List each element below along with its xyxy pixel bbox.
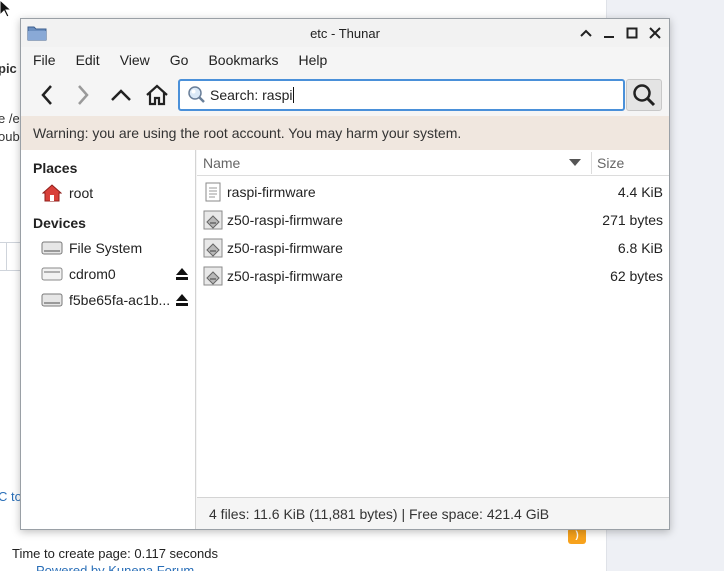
menu-help[interactable]: Help (289, 47, 338, 74)
file-row[interactable]: z50-raspi-firmware 6.8 KiB (197, 234, 669, 262)
column-size-header[interactable]: Size (597, 155, 624, 171)
column-header: Name Size (197, 150, 669, 176)
maximize-icon (626, 27, 638, 39)
sort-descending-icon[interactable] (569, 159, 581, 167)
menu-bar: File Edit View Go Bookmarks Help (21, 47, 669, 74)
back-button[interactable] (33, 81, 61, 109)
shade-button[interactable] (577, 24, 595, 42)
drive-icon (41, 290, 63, 310)
mouse-cursor-icon (0, 0, 12, 18)
menu-file[interactable]: File (21, 47, 66, 74)
file-size: 271 bytes (602, 212, 663, 228)
file-name: z50-raspi-firmware (227, 240, 343, 256)
root-warning-banner: Warning: you are using the root account.… (21, 116, 669, 150)
sidebar-item-label: f5be65fa-ac1b... (69, 292, 171, 308)
magnifier-icon (633, 84, 656, 107)
sidebar-item-filesystem[interactable]: File System (41, 236, 193, 260)
script-file-icon (203, 238, 223, 258)
minimize-icon (604, 36, 614, 38)
close-button[interactable] (646, 24, 664, 42)
file-name: raspi-firmware (227, 184, 316, 200)
window-titlebar[interactable]: etc - Thunar (21, 19, 669, 47)
file-name: z50-raspi-firmware (227, 212, 343, 228)
sidebar-item-root[interactable]: root (41, 181, 193, 205)
divider (0, 270, 20, 271)
script-file-icon (203, 266, 223, 286)
home-folder-icon (41, 183, 63, 203)
minimize-button[interactable] (600, 24, 618, 42)
file-size: 6.8 KiB (617, 240, 663, 256)
sidebar-item-label: root (69, 185, 94, 201)
window-title: etc - Thunar (310, 25, 380, 41)
arrow-left-icon (41, 85, 52, 105)
optical-drive-icon (41, 264, 63, 284)
arrow-up-icon (111, 89, 131, 101)
status-bar: 4 files: 11.6 KiB (11,881 bytes) | Free … (197, 497, 669, 529)
file-row[interactable]: raspi-firmware 4.4 KiB (197, 178, 669, 206)
drive-icon (41, 238, 63, 258)
close-icon (649, 27, 661, 39)
powered-by-link[interactable]: Powered by Kunena Forum (36, 563, 194, 571)
side-pane: Places root Devices File System cdrom0 f… (21, 150, 196, 529)
home-button[interactable] (143, 81, 171, 109)
file-size: 4.4 KiB (617, 184, 663, 200)
parent-folder-button[interactable] (107, 81, 135, 109)
menu-bookmarks[interactable]: Bookmarks (198, 47, 288, 74)
bg-text-fragment: pic (0, 61, 17, 76)
column-divider[interactable] (591, 152, 592, 174)
file-row[interactable]: z50-raspi-firmware 62 bytes (197, 262, 669, 290)
file-name: z50-raspi-firmware (227, 268, 343, 284)
menu-go[interactable]: Go (160, 47, 199, 74)
search-input[interactable]: Search: raspi (178, 79, 625, 111)
bg-text-fragment: oub (0, 129, 20, 144)
text-file-icon (205, 182, 221, 202)
sidebar-item-label: cdrom0 (69, 266, 116, 282)
folder-icon (27, 26, 47, 41)
devices-heading: Devices (33, 215, 86, 231)
chevron-up-icon (580, 29, 592, 37)
page-time-footer: Time to create page: 0.117 seconds (12, 546, 218, 561)
search-input-text: Search: raspi (210, 87, 293, 103)
divider (0, 242, 20, 243)
eject-icon[interactable] (175, 267, 189, 281)
arrow-right-icon (78, 85, 89, 105)
bg-link-fragment[interactable]: C to (0, 489, 22, 504)
places-heading: Places (33, 160, 78, 176)
menu-view[interactable]: View (110, 47, 160, 74)
bg-text-fragment: e /e (0, 111, 20, 126)
file-size: 62 bytes (610, 268, 663, 284)
menu-edit[interactable]: Edit (66, 47, 110, 74)
sidebar-item-volume[interactable]: f5be65fa-ac1b... (41, 288, 193, 312)
divider (6, 242, 7, 270)
text-caret (293, 87, 295, 103)
script-file-icon (203, 210, 223, 230)
eject-icon[interactable] (175, 293, 189, 307)
search-button[interactable] (626, 79, 662, 111)
column-name-header[interactable]: Name (203, 155, 240, 171)
thunar-window: etc - Thunar File Edit View Go Bookmarks… (20, 18, 670, 530)
toolbar: Search: raspi (21, 74, 669, 116)
file-list: Name Size raspi-firmware 4.4 KiB z50-ras… (197, 150, 669, 497)
sidebar-item-cdrom[interactable]: cdrom0 (41, 262, 193, 286)
home-icon (146, 84, 168, 106)
sidebar-item-label: File System (69, 240, 143, 256)
search-icon (188, 86, 205, 103)
file-row[interactable]: z50-raspi-firmware 271 bytes (197, 206, 669, 234)
forward-button[interactable] (69, 81, 97, 109)
maximize-button[interactable] (623, 24, 641, 42)
rss-icon[interactable]: ) (568, 528, 586, 544)
